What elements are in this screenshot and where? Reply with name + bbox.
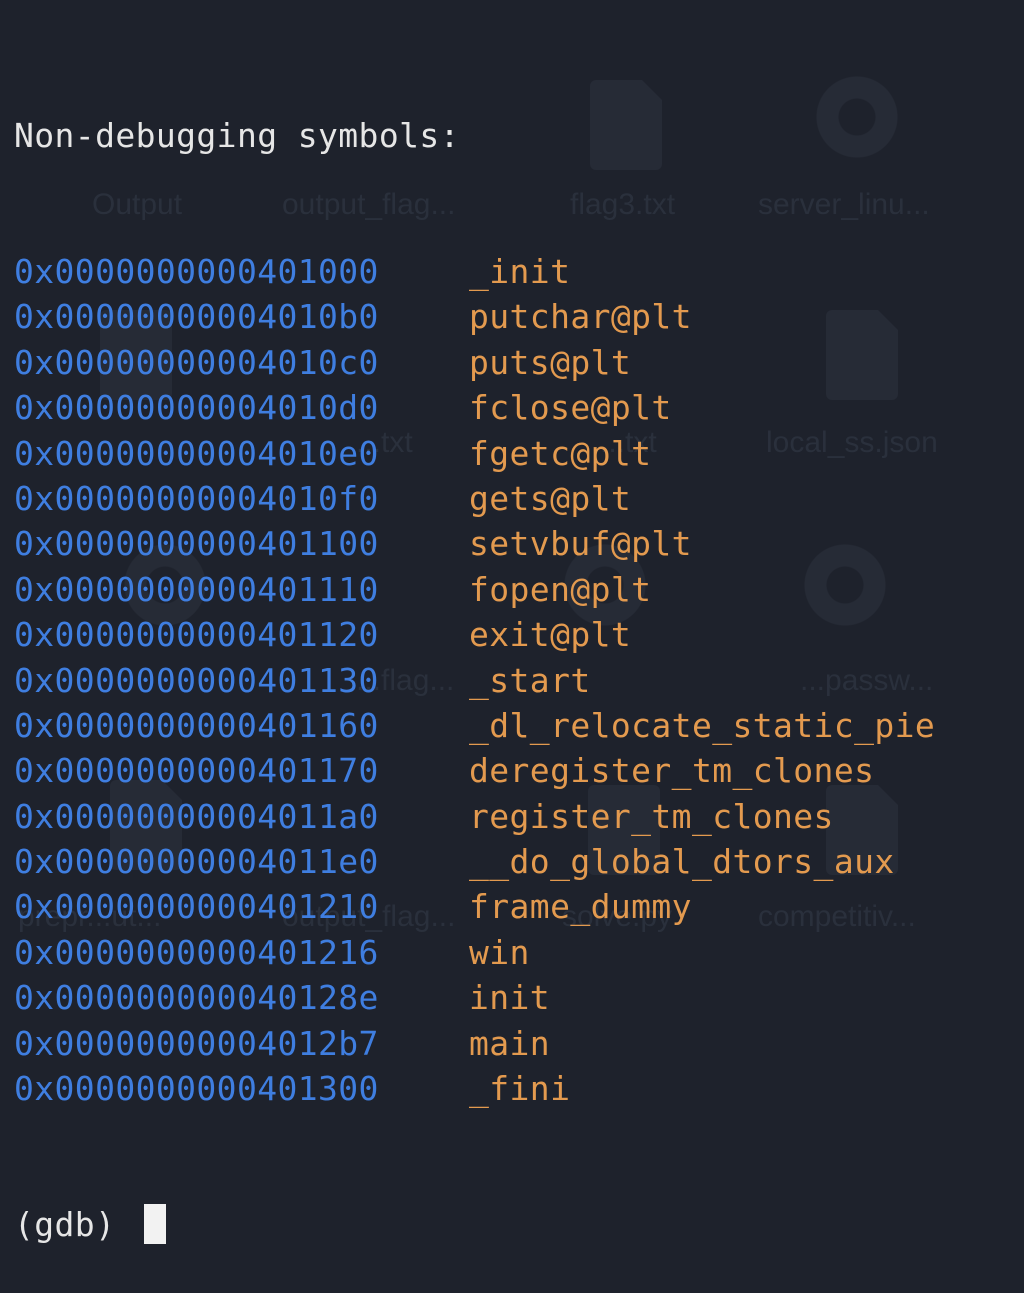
symbol-address: 0x0000000000401300 (14, 1069, 379, 1109)
symbol-name: fclose@plt (469, 388, 672, 428)
symbol-row: 0x0000000000401120 exit@plt (14, 612, 935, 657)
symbol-name: puts@plt (469, 342, 632, 382)
symbol-name: win (469, 932, 530, 972)
symbol-row: 0x0000000000401130 _start (14, 658, 935, 703)
text-cursor (143, 1204, 166, 1245)
symbol-name: deregister_tm_clones (469, 751, 875, 791)
symbol-row: 0x0000000000401000 _init (14, 249, 935, 294)
symbol-name: _fini (469, 1069, 571, 1109)
section-header: Non-debugging symbols: (14, 115, 460, 155)
symbol-row: 0x0000000000401170 deregister_tm_clones (14, 748, 935, 793)
symbol-name: frame_dummy (469, 887, 692, 927)
symbol-row: 0x00000000004010e0 fgetc@plt (14, 431, 935, 476)
symbol-row: 0x0000000000401110 fopen@plt (14, 567, 935, 612)
symbol-name: main (469, 1023, 551, 1063)
symbol-address: 0x00000000004011a0 (14, 796, 379, 836)
symbol-row: 0x00000000004010b0 putchar@plt (14, 294, 935, 339)
symbol-name: exit@plt (469, 615, 632, 655)
symbol-row: 0x0000000000401160 _dl_relocate_static_pi… (14, 703, 935, 748)
symbol-address: 0x00000000004010f0 (14, 478, 379, 518)
symbol-address: 0x0000000000401130 (14, 660, 379, 700)
symbol-row: 0x00000000004010f0 gets@plt (14, 476, 935, 521)
symbol-name: setvbuf@plt (469, 524, 692, 564)
symbol-row: 0x00000000004011a0 register_tm_clones (14, 794, 935, 839)
symbol-address: 0x0000000000401210 (14, 887, 379, 927)
symbol-name: fgetc@plt (469, 433, 652, 473)
symbol-address: 0x0000000000401000 (14, 252, 379, 292)
symbol-address: 0x00000000004010c0 (14, 342, 379, 382)
symbol-name: _dl_relocate_static_pie (469, 705, 936, 745)
symbol-row: 0x00000000004010c0 puts@plt (14, 340, 935, 385)
symbol-address: 0x0000000000401216 (14, 932, 379, 972)
symbol-row: 0x00000000004011e0 __do_global_dtors_aux (14, 839, 935, 884)
symbol-list: 0x0000000000401000 _init 0x00000000004010b… (14, 249, 935, 1111)
symbol-address: 0x00000000004011e0 (14, 842, 379, 882)
symbol-row: 0x00000000004012b7 main (14, 1021, 935, 1066)
symbol-name: gets@plt (469, 478, 632, 518)
symbol-name: putchar@plt (469, 297, 692, 337)
symbol-address: 0x0000000000401160 (14, 705, 379, 745)
symbol-address: 0x00000000004012b7 (14, 1023, 379, 1063)
symbol-name: __do_global_dtors_aux (469, 842, 895, 882)
gdb-prompt: (gdb) (14, 1205, 136, 1245)
symbol-address: 0x00000000004010e0 (14, 433, 379, 473)
symbol-row: 0x0000000000401216 win (14, 930, 935, 975)
symbol-address: 0x0000000000401170 (14, 751, 379, 791)
symbol-name: fopen@plt (469, 569, 652, 609)
symbol-address: 0x000000000040128e (14, 978, 379, 1018)
symbol-row: 0x0000000000401100 setvbuf@plt (14, 521, 935, 566)
symbol-name: init (469, 978, 551, 1018)
symbol-name: _init (469, 252, 571, 292)
symbol-name: register_tm_clones (469, 796, 834, 836)
symbol-address: 0x0000000000401110 (14, 569, 379, 609)
symbol-address: 0x0000000000401120 (14, 615, 379, 655)
symbol-address: 0x00000000004010b0 (14, 297, 379, 337)
gdb-prompt-line[interactable]: (gdb) (14, 1202, 935, 1247)
symbol-name: _start (469, 660, 591, 700)
symbol-row: 0x00000000004010d0 fclose@plt (14, 385, 935, 430)
symbol-row: 0x0000000000401300 _fini (14, 1066, 935, 1111)
symbol-address: 0x00000000004010d0 (14, 388, 379, 428)
terminal-output[interactable]: Non-debugging symbols: 0x000000000040100… (14, 22, 935, 1293)
symbol-address: 0x0000000000401100 (14, 524, 379, 564)
symbol-row: 0x000000000040128e init (14, 975, 935, 1020)
symbol-row: 0x0000000000401210 frame_dummy (14, 884, 935, 929)
